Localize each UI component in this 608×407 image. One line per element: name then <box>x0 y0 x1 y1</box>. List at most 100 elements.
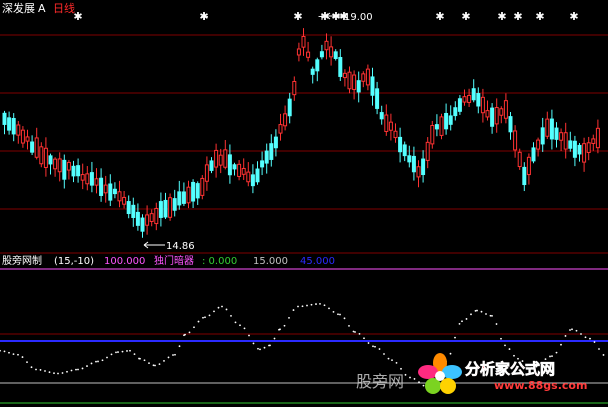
curve-point <box>372 345 374 348</box>
curve-point <box>589 337 591 340</box>
curve-point <box>259 348 261 351</box>
curve-point <box>391 359 393 362</box>
candle-body <box>200 177 205 196</box>
candle-body <box>62 159 67 180</box>
candle-body <box>563 132 568 150</box>
candle-body <box>595 127 600 149</box>
curve-point <box>21 356 24 358</box>
curve-point <box>213 310 215 313</box>
curve-point <box>44 370 46 372</box>
curve-point <box>101 359 104 362</box>
candle-body <box>43 147 48 168</box>
curve-point <box>288 317 290 319</box>
candle-body <box>582 143 587 163</box>
candle-body <box>154 207 159 225</box>
candle-body <box>85 173 90 185</box>
star-marker: ✱ <box>535 10 544 23</box>
curve-point <box>257 347 259 350</box>
curve-point <box>358 332 361 335</box>
candle-body <box>16 124 21 136</box>
curve-point <box>217 306 220 309</box>
curve-point <box>551 355 553 357</box>
stock-name: 深发展 <box>2 1 35 15</box>
candle-body <box>53 158 58 170</box>
curve-point <box>110 353 113 356</box>
candle-body <box>191 181 196 202</box>
curve-point <box>400 367 402 370</box>
curve-point <box>374 345 376 348</box>
candle-body <box>425 141 430 161</box>
candle-body <box>292 80 297 96</box>
candle-body <box>20 129 25 144</box>
candle-body <box>269 143 274 160</box>
curve-point <box>12 353 15 356</box>
candle-body <box>186 186 191 204</box>
curve-point <box>239 324 241 327</box>
candle-body <box>526 156 531 176</box>
curve-point <box>143 359 146 362</box>
candle-body <box>145 214 150 226</box>
candle-body <box>172 198 177 211</box>
candle-body <box>536 139 541 150</box>
candle-body <box>480 96 485 114</box>
candle <box>168 193 173 221</box>
curve-point <box>555 351 558 354</box>
curve-point <box>252 342 255 345</box>
candle-body <box>246 171 251 183</box>
curve-point <box>115 351 117 354</box>
candle-body <box>2 112 7 125</box>
candle-body <box>329 46 334 58</box>
curve-point <box>3 350 6 353</box>
indicator-params: (15,-10) <box>54 256 94 267</box>
curve-point <box>57 372 59 375</box>
curve-point <box>476 309 478 312</box>
candle-body <box>513 130 518 151</box>
candle-body <box>181 191 186 204</box>
candle-body <box>499 108 504 116</box>
candle-body <box>218 154 223 166</box>
indicator-name: 股旁网制 <box>2 254 42 267</box>
chart-background <box>0 0 608 407</box>
candle-body <box>494 107 499 125</box>
candle-body <box>48 155 53 165</box>
curve-point <box>580 333 582 335</box>
curve-point <box>569 329 571 331</box>
curve-point <box>383 353 385 355</box>
curve-point <box>315 303 317 305</box>
candle-body <box>108 183 113 201</box>
curve-point <box>95 360 97 363</box>
curve-point <box>418 381 420 383</box>
curve-point <box>90 362 93 365</box>
curve-point <box>301 305 304 308</box>
indicator-value-0: : 0.000 <box>202 256 237 267</box>
curve-point <box>560 343 562 346</box>
candle-body <box>122 196 127 205</box>
curve-point <box>404 373 407 376</box>
curve-point <box>39 369 42 371</box>
candle-body <box>485 110 490 118</box>
curve-point <box>500 337 502 340</box>
curve-point <box>172 354 174 356</box>
curve-point <box>81 367 84 370</box>
candle-body <box>39 146 44 165</box>
candle-body <box>434 124 439 130</box>
candle-body <box>80 174 85 181</box>
curve-point <box>75 368 77 371</box>
curve-point <box>485 313 487 315</box>
curve-point <box>26 361 28 364</box>
curve-point <box>480 310 483 313</box>
curve-point <box>454 336 456 339</box>
a-share-badge: A <box>38 2 46 15</box>
curve-point <box>263 346 266 349</box>
candle-body <box>448 115 453 125</box>
curve-point <box>48 371 51 374</box>
candle-body <box>250 174 255 187</box>
curve-point <box>449 352 452 355</box>
candle-body <box>126 201 131 215</box>
candle-body <box>103 184 108 194</box>
candle-body <box>421 158 426 176</box>
low-price-label: 14.86 <box>166 241 195 252</box>
curve-point <box>167 356 170 359</box>
stock-chart: ✱ ✱ ✱ ✱ ✱✱ ✱ ✱ ✱ ✱ ✱ ✱++ 深发展 A 日线 19.00 14.86 股旁网制… <box>0 0 608 407</box>
curve-point <box>8 351 10 354</box>
